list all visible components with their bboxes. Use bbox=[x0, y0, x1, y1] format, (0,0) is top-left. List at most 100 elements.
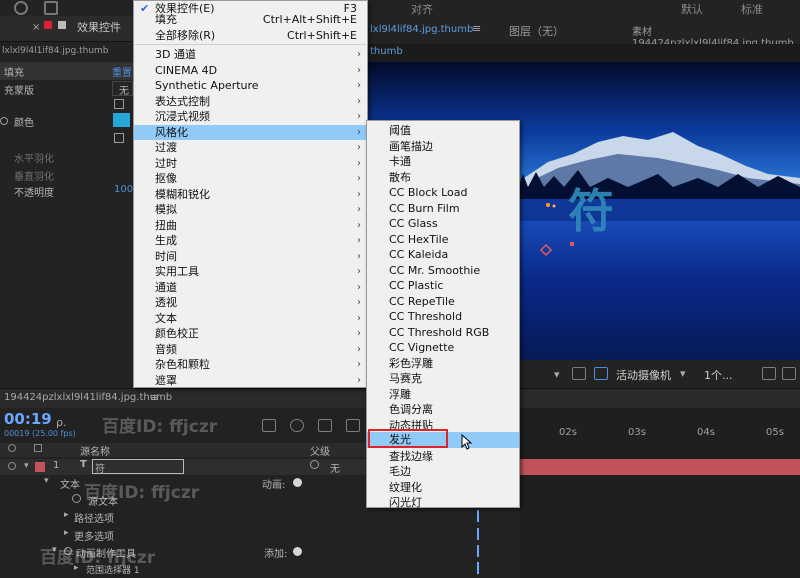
submenu-item[interactable]: CC Vignette bbox=[367, 340, 519, 356]
lock-icon[interactable] bbox=[44, 21, 52, 29]
keyframe-marker[interactable] bbox=[477, 562, 479, 574]
pick-whip-icon[interactable] bbox=[310, 460, 319, 469]
color-swatch[interactable] bbox=[113, 113, 130, 127]
menu-item-keying[interactable]: 抠像 › bbox=[134, 171, 367, 187]
submenu-item[interactable]: 散布 bbox=[367, 170, 519, 186]
menu-item-utility[interactable]: 实用工具 › bbox=[134, 264, 367, 280]
dropdown-icon[interactable]: ▾ bbox=[554, 368, 560, 381]
menu-item-fill[interactable]: 填充 Ctrl+Alt+Shift+E bbox=[134, 12, 367, 28]
menu-item-text[interactable]: 文本 › bbox=[134, 311, 367, 327]
submenu-item[interactable]: CC Threshold bbox=[367, 309, 519, 325]
grid-icon[interactable] bbox=[594, 367, 608, 380]
submenu-item[interactable]: 色调分离 bbox=[367, 402, 519, 418]
submenu-item[interactable]: CC Plastic bbox=[367, 278, 519, 294]
draft-3d-icon[interactable] bbox=[290, 419, 304, 432]
add-menu-button[interactable] bbox=[293, 547, 302, 556]
menu-item-matte[interactable]: 遮罩 › bbox=[134, 373, 367, 389]
camera-select[interactable]: 活动摄像机 bbox=[616, 367, 671, 383]
label-color-swatch[interactable] bbox=[35, 462, 45, 472]
layer-tab[interactable]: 图层（无） bbox=[509, 23, 564, 39]
menu-item-immersive-video[interactable]: 沉浸式视频 › bbox=[134, 109, 367, 125]
menu-item-cinema-4d[interactable]: CINEMA 4D › bbox=[134, 63, 367, 79]
menu-item-synthetic-aperture[interactable]: Synthetic Aperture › bbox=[134, 78, 367, 94]
menu-item-color-correction[interactable]: 颜色校正 › bbox=[134, 326, 367, 342]
menu-item-perspective[interactable]: 透视 › bbox=[134, 295, 367, 311]
submenu-item[interactable]: 毛边 bbox=[367, 464, 519, 480]
submenu-item[interactable]: CC Kaleida bbox=[367, 247, 519, 263]
composition-subtab[interactable]: thumb bbox=[370, 46, 403, 57]
workspace-standard[interactable]: 标准 bbox=[741, 1, 763, 17]
parent-select[interactable]: 无 bbox=[330, 460, 340, 475]
frame-blend-icon[interactable] bbox=[346, 419, 360, 432]
layer-duration-bar[interactable] bbox=[520, 459, 800, 475]
submenu-item[interactable]: CC Threshold RGB bbox=[367, 325, 519, 341]
submenu-item[interactable]: 彩色浮雕 bbox=[367, 356, 519, 372]
menu-item-distort[interactable]: 扭曲 › bbox=[134, 218, 367, 234]
timecode[interactable]: 00:19 bbox=[4, 410, 52, 428]
submenu-item[interactable]: CC Glass bbox=[367, 216, 519, 232]
submenu-item[interactable]: 闪光灯 bbox=[367, 495, 519, 509]
animate-menu-button[interactable] bbox=[293, 478, 302, 487]
close-icon[interactable]: × bbox=[32, 22, 40, 33]
menu-item-generate[interactable]: 生成 › bbox=[134, 233, 367, 249]
stopwatch-icon[interactable] bbox=[0, 117, 8, 125]
checkbox[interactable] bbox=[114, 133, 124, 143]
expand-arrow-icon[interactable]: ▸ bbox=[64, 528, 69, 538]
submenu-item[interactable]: 卡通 bbox=[367, 154, 519, 170]
expand-arrow-icon[interactable]: ▾ bbox=[24, 461, 29, 471]
search-icon[interactable] bbox=[14, 1, 28, 15]
timeline-comp-tab[interactable]: 194424pzlxlxl9l41lif84.jpg.thumb bbox=[4, 392, 172, 403]
menu-item-audio[interactable]: 音频 › bbox=[134, 342, 367, 358]
view-icon[interactable] bbox=[762, 367, 776, 380]
expand-arrow-icon[interactable]: ▾ bbox=[44, 476, 49, 486]
layer-name-field[interactable]: 符 bbox=[92, 459, 184, 475]
views-select[interactable]: 1个... bbox=[704, 367, 733, 383]
submenu-item[interactable]: CC Mr. Smoothie bbox=[367, 263, 519, 279]
submenu-item[interactable]: 查找边缘 bbox=[367, 449, 519, 465]
comp-flow-icon[interactable] bbox=[262, 419, 276, 432]
submenu-item[interactable]: CC RepeTile bbox=[367, 294, 519, 310]
image-text[interactable]: 符 bbox=[568, 184, 614, 238]
eye-icon[interactable] bbox=[8, 444, 16, 452]
workspace-default[interactable]: 默认 bbox=[681, 1, 703, 17]
menu-item-simulation[interactable]: 模拟 › bbox=[134, 202, 367, 218]
label-icon[interactable] bbox=[34, 444, 42, 452]
submenu-item[interactable]: 马赛克 bbox=[367, 371, 519, 387]
stopwatch-icon[interactable] bbox=[72, 494, 81, 503]
menu-item-transition[interactable]: 过渡 › bbox=[134, 140, 367, 156]
menu-item-obsolete[interactable]: 过时 › bbox=[134, 156, 367, 172]
menu-item-blur-sharpen[interactable]: 模糊和锐化 › bbox=[134, 187, 367, 203]
submenu-item[interactable]: CC HexTile bbox=[367, 232, 519, 248]
align-label[interactable]: 对齐 bbox=[411, 1, 433, 17]
submenu-item[interactable]: 阈值 bbox=[367, 123, 519, 139]
keyframe-marker[interactable] bbox=[477, 528, 479, 540]
submenu-item[interactable]: 纹理化 bbox=[367, 480, 519, 496]
fill-effect-row[interactable]: 填充 重置 bbox=[0, 62, 133, 80]
menu-item-time[interactable]: 时间 › bbox=[134, 249, 367, 265]
submenu-item[interactable]: 浮雕 bbox=[367, 387, 519, 403]
checkbox[interactable] bbox=[114, 99, 124, 109]
view-icon-2[interactable] bbox=[782, 367, 796, 380]
keyframe-marker[interactable] bbox=[477, 510, 479, 522]
menu-item-stylize[interactable]: 风格化 › bbox=[134, 124, 367, 140]
menu-icon[interactable]: ≡ bbox=[150, 391, 159, 404]
camera-dropdown-icon[interactable]: ▾ bbox=[680, 367, 686, 380]
menu-item-expression-controls[interactable]: 表达式控制 › bbox=[134, 94, 367, 110]
parent-header[interactable]: 父级 bbox=[310, 443, 330, 458]
menu-item-remove-all[interactable]: 全部移除(R) Ctrl+Shift+E bbox=[134, 28, 367, 44]
composition-tab[interactable]: lxl9l4lif84.jpg.thumb bbox=[370, 24, 473, 35]
expand-arrow-icon[interactable]: ▸ bbox=[64, 510, 69, 520]
effect-controls-tab[interactable]: 效果控件 bbox=[77, 19, 121, 35]
submenu-item[interactable]: 画笔描边 bbox=[367, 139, 519, 155]
menu-item-channel[interactable]: 通道 › bbox=[134, 280, 367, 296]
reset-link[interactable]: 重置 bbox=[112, 64, 132, 79]
submenu-item[interactable]: CC Burn Film bbox=[367, 201, 519, 217]
menu-item-3d-channel[interactable]: 3D 通道 › bbox=[134, 47, 367, 63]
source-name-header[interactable]: 源名称 bbox=[80, 443, 110, 458]
eye-icon[interactable] bbox=[8, 462, 16, 470]
fill-mask-select[interactable]: 无 bbox=[112, 81, 133, 97]
menu-item-noise-grain[interactable]: 杂色和颗粒 › bbox=[134, 357, 367, 373]
tool-icon[interactable] bbox=[44, 1, 58, 15]
shy-icon[interactable] bbox=[318, 419, 332, 432]
menu-icon[interactable]: ≡ bbox=[472, 22, 481, 35]
